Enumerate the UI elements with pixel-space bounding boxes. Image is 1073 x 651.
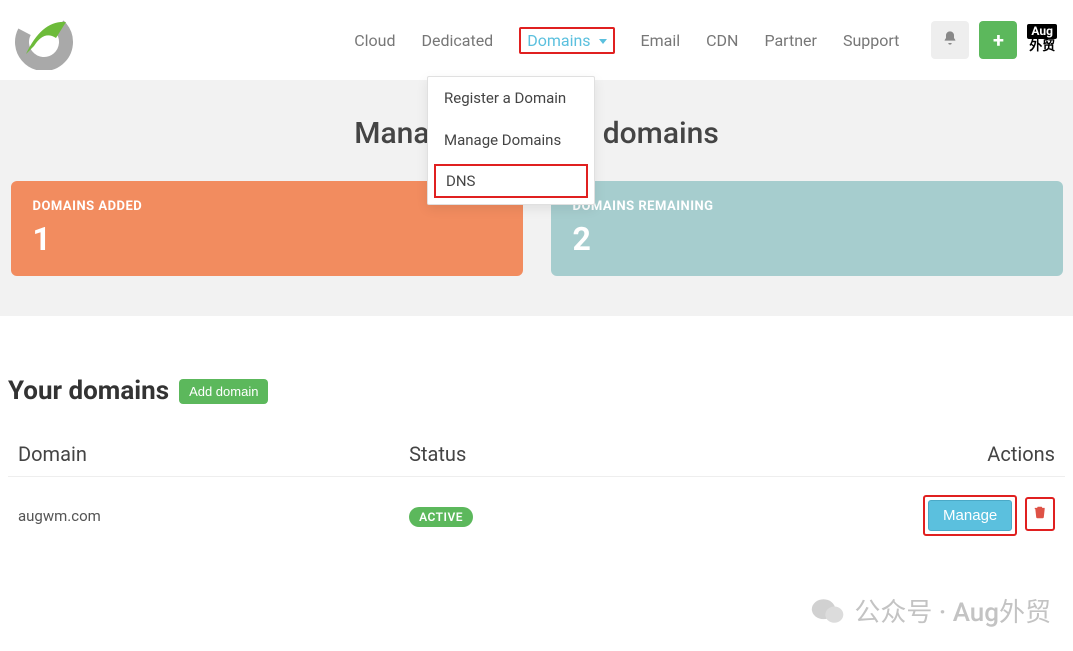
cell-status: ACTIVE bbox=[399, 477, 790, 555]
domains-dropdown: Register a Domain Manage Domains DNS bbox=[427, 76, 595, 205]
col-actions: Actions bbox=[790, 432, 1065, 477]
your-domains-title: Your domains bbox=[8, 376, 169, 406]
domains-table: Domain Status Actions augwm.com ACTIVE M… bbox=[8, 432, 1065, 554]
plus-icon: + bbox=[993, 28, 1004, 52]
delete-highlight bbox=[1025, 497, 1055, 531]
dropdown-register-domain[interactable]: Register a Domain bbox=[428, 77, 594, 119]
status-badge: ACTIVE bbox=[409, 507, 473, 527]
nav-partner[interactable]: Partner bbox=[764, 25, 817, 56]
dropdown-dns[interactable]: DNS bbox=[434, 164, 588, 198]
card-remaining-value: 2 bbox=[573, 220, 1041, 258]
caret-down-icon bbox=[599, 39, 607, 44]
nav-support[interactable]: Support bbox=[843, 25, 899, 56]
watermark-text: 公众号 · Aug外贸 bbox=[854, 592, 1051, 629]
notifications-button[interactable] bbox=[931, 21, 969, 59]
brand-logo[interactable] bbox=[14, 10, 74, 70]
nav-cloud[interactable]: Cloud bbox=[354, 25, 395, 56]
nav-domains-highlight: Domains bbox=[519, 27, 614, 54]
nav-cdn[interactable]: CDN bbox=[706, 25, 738, 56]
badge-top: Aug bbox=[1027, 24, 1057, 40]
nav-actions: + Aug 外贸 bbox=[931, 21, 1057, 59]
nav-domains-label: Domains bbox=[527, 31, 590, 50]
table-row: augwm.com ACTIVE Manage bbox=[8, 477, 1065, 555]
add-button[interactable]: + bbox=[979, 21, 1017, 59]
nav-domains[interactable]: Domains bbox=[527, 25, 606, 56]
card-added-value: 1 bbox=[33, 220, 501, 258]
add-domain-button[interactable]: Add domain bbox=[179, 379, 268, 404]
top-navbar: Cloud Dedicated Domains Email CDN Partne… bbox=[0, 0, 1073, 80]
cell-domain-name: augwm.com bbox=[8, 477, 399, 555]
card-domains-remaining: DOMAINS REMAINING 2 bbox=[551, 181, 1063, 276]
manage-highlight: Manage bbox=[923, 495, 1017, 536]
dropdown-manage-domains[interactable]: Manage Domains bbox=[428, 119, 594, 161]
col-status: Status bbox=[399, 432, 790, 477]
trash-icon[interactable] bbox=[1033, 504, 1047, 524]
account-badge[interactable]: Aug 外贸 bbox=[1027, 24, 1057, 56]
card-remaining-label: DOMAINS REMAINING bbox=[573, 199, 1041, 214]
nav-dedicated[interactable]: Dedicated bbox=[421, 25, 493, 56]
your-domains-header: Your domains Add domain bbox=[8, 376, 1065, 406]
nav-email[interactable]: Email bbox=[641, 25, 681, 56]
cell-actions: Manage bbox=[790, 477, 1065, 555]
content-section: Your domains Add domain Domain Status Ac… bbox=[0, 316, 1073, 554]
watermark: 公众号 · Aug外贸 bbox=[810, 592, 1051, 629]
bell-icon bbox=[942, 30, 958, 51]
col-domain: Domain bbox=[8, 432, 399, 477]
manage-button[interactable]: Manage bbox=[928, 500, 1012, 531]
nav-links: Cloud Dedicated Domains Email CDN Partne… bbox=[354, 21, 1057, 59]
wechat-icon bbox=[810, 593, 846, 629]
table-header-row: Domain Status Actions bbox=[8, 432, 1065, 477]
badge-bot: 外贸 bbox=[1029, 39, 1055, 56]
